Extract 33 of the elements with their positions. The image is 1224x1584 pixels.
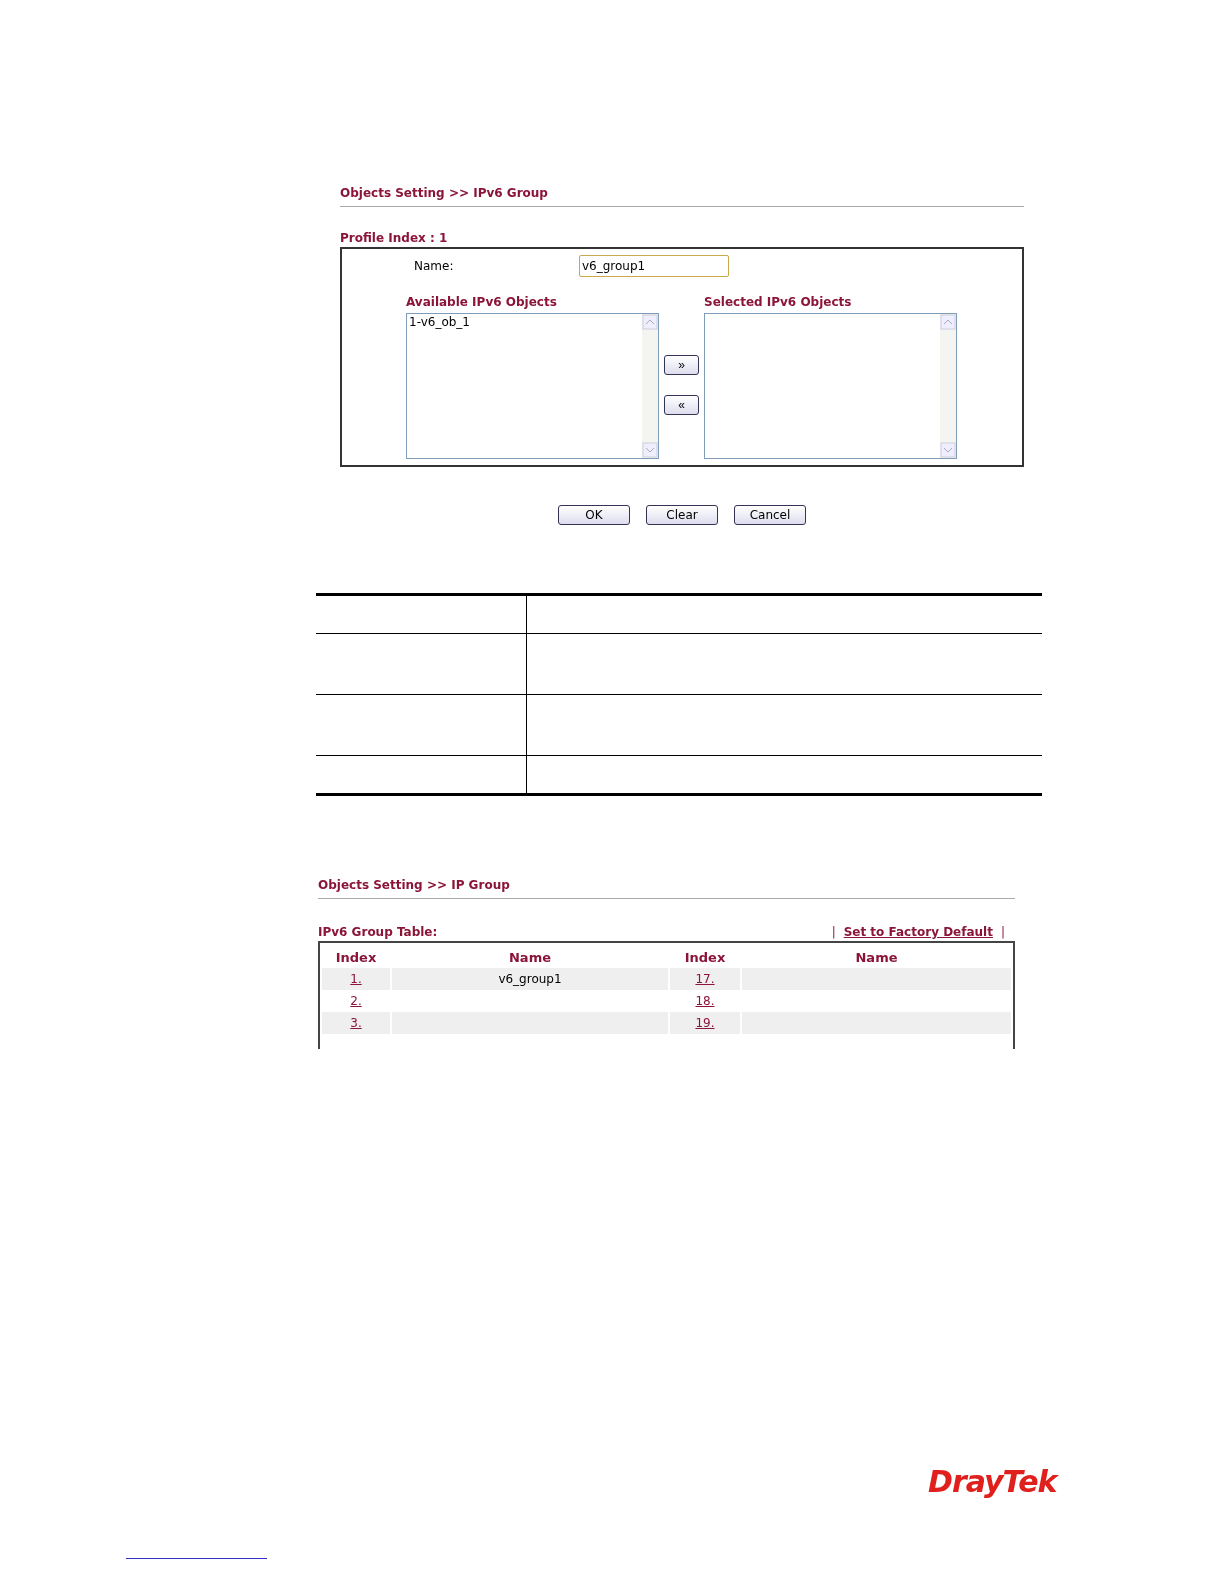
index-link[interactable]: 3. (350, 1016, 362, 1030)
index-link[interactable]: 1. (350, 972, 362, 986)
breadcrumb-title: Objects Setting >> IP Group (318, 878, 1015, 899)
move-button[interactable]: » (664, 355, 699, 375)
column-header: Index (683, 949, 727, 965)
form-button[interactable]: Cancel (734, 505, 806, 525)
column-header: Name (508, 949, 552, 965)
list-title: Selected IPv6 Objects (704, 295, 853, 309)
index-link[interactable]: 2. (350, 994, 362, 1008)
name-input[interactable]: v6_group1 (579, 255, 729, 277)
move-button[interactable]: « (664, 395, 699, 415)
form-button[interactable]: OK (558, 505, 630, 525)
name-label: Name: (413, 259, 455, 273)
table-cell: v6_group1 (392, 968, 668, 990)
separator: | (1000, 925, 1005, 939)
factory-default-link[interactable]: Set to Factory Default (843, 925, 993, 939)
logo: DrayTek (928, 1464, 1057, 1499)
index-link[interactable]: 19. (695, 1016, 715, 1030)
index-link[interactable]: 17. (695, 972, 715, 986)
form-button[interactable]: Clear (646, 505, 718, 525)
breadcrumb-title: Objects Setting >> IPv6 Group (340, 186, 1024, 207)
list-title: Available IPv6 Objects (406, 295, 558, 309)
table-title: IPv6 Group Table: (318, 925, 438, 939)
separator: | (831, 925, 836, 939)
scrollbar-drawing[interactable] (940, 314, 956, 458)
column-header: Index (334, 949, 378, 965)
profile-index-label: Profile Index : 1 (340, 231, 449, 245)
column-header: Name (854, 949, 899, 965)
scrollbar-drawing[interactable] (642, 314, 658, 458)
index-link[interactable]: 18. (695, 994, 715, 1008)
list-item[interactable]: 1-v6_ob_1 (409, 315, 640, 329)
object-list[interactable]: 1-v6_ob_1 (406, 313, 659, 459)
object-list[interactable] (704, 313, 957, 459)
